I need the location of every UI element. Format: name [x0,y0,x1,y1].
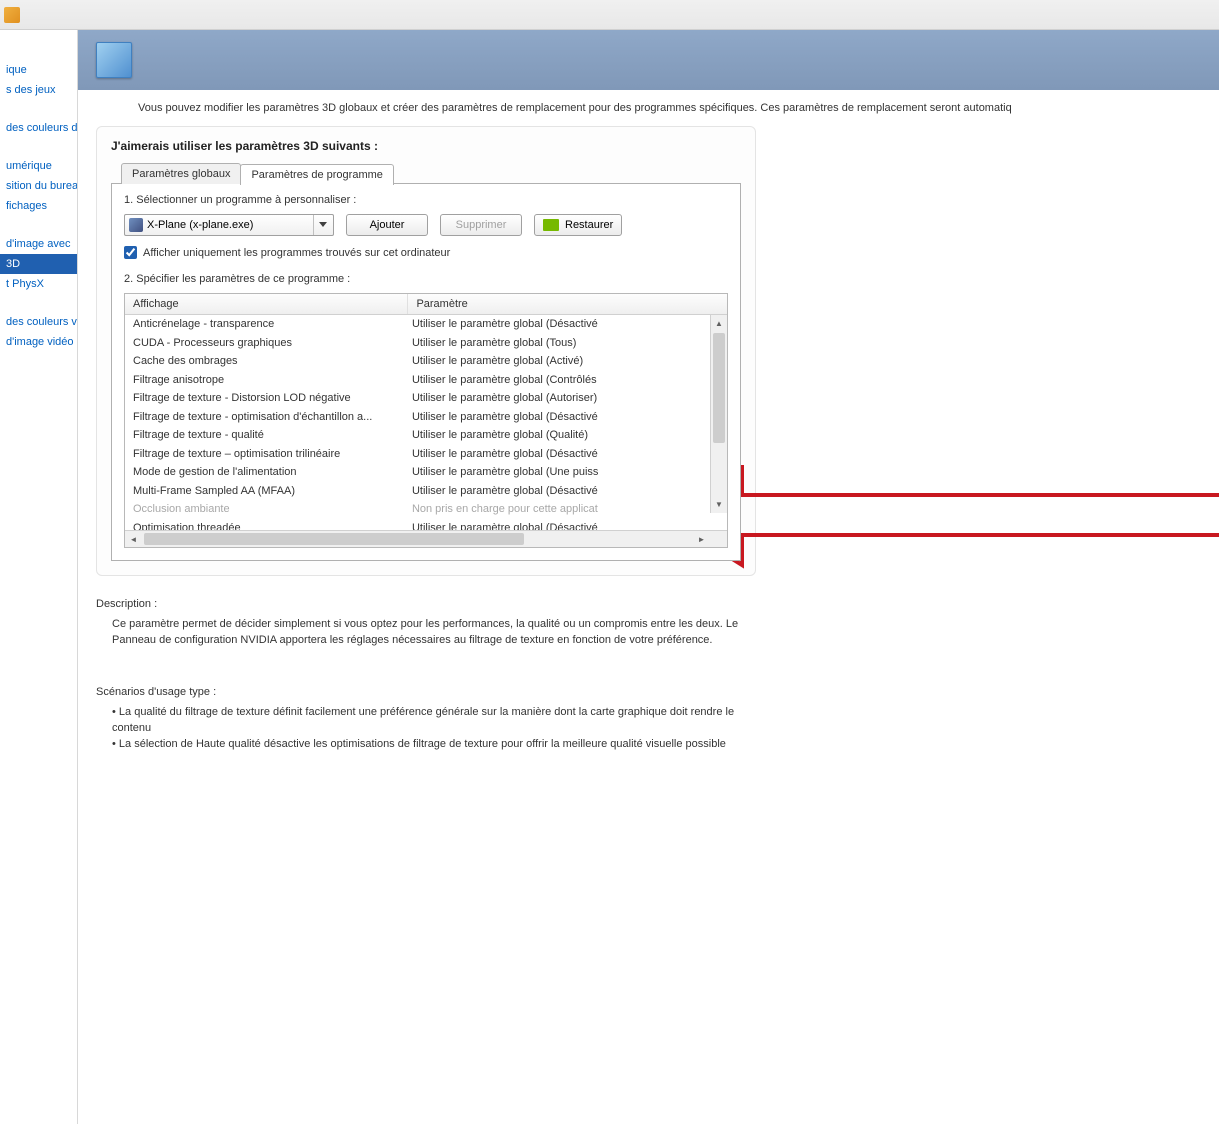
settings-panel: J'aimerais utiliser les paramètres 3D su… [96,126,756,576]
feature-cell: Optimisation threadée [125,519,408,531]
table-row[interactable]: Filtrage de texture - optimisation d'éch… [125,408,727,427]
header-banner [78,30,1219,90]
hscroll-thumb[interactable] [144,533,524,545]
scroll-left-icon[interactable]: ◄ [125,531,142,548]
table-row[interactable]: Anticrénelage - transparenceUtiliser le … [125,315,727,334]
intro-text: Vous pouvez modifier les paramètres 3D g… [78,90,1219,126]
table-row[interactable]: CUDA - Processeurs graphiquesUtiliser le… [125,334,727,353]
sidebar-item-3d[interactable]: 3D [0,254,77,274]
table-row[interactable]: Filtrage de texture - Distorsion LOD nég… [125,389,727,408]
main-container: ique s des jeux des couleurs d umérique … [0,30,1219,1124]
scroll-up-icon[interactable]: ▲ [711,315,727,332]
step1-label: 1. Sélectionner un programme à personnal… [124,194,728,206]
panel-title: J'aimerais utiliser les paramètres 3D su… [111,139,741,153]
restore-button-label: Restaurer [565,219,613,231]
param-cell: Utiliser le paramètre global (Tous) [408,334,727,353]
column-header-param[interactable]: Paramètre [408,294,727,315]
param-cell: Utiliser le paramètre global (Désactivé [408,482,727,501]
sidebar-item[interactable]: d'image vidéo [0,332,77,352]
description-body: Ce paramètre permet de décider simplemen… [96,616,756,648]
param-cell: Utiliser le paramètre global (Désactivé [408,519,727,531]
checkbox-label: Afficher uniquement les programmes trouv… [143,247,450,259]
feature-cell: Mode de gestion de l'alimentation [125,463,408,482]
sidebar-item[interactable]: ique [0,60,77,80]
tab-global[interactable]: Paramètres globaux [121,163,241,184]
sidebar-item[interactable]: des couleurs d [0,118,77,138]
sidebar-item[interactable]: sition du bureau [0,176,77,196]
program-select-value: X-Plane (x-plane.exe) [147,219,253,231]
tab-program[interactable]: Paramètres de programme [240,164,393,185]
tabs: Paramètres globaux Paramètres de program… [121,163,741,184]
horizontal-scrollbar[interactable]: ◄ ► [125,530,727,547]
program-icon [129,218,143,232]
step2-label: 2. Spécifier les paramètres de ce progra… [124,273,728,285]
table-row[interactable]: Optimisation threadéeUtiliser le paramèt… [125,519,727,531]
description-block: Description : Ce paramètre permet de déc… [96,596,756,648]
feature-cell: Filtrage de texture - optimisation d'éch… [125,408,408,427]
column-header-feature[interactable]: Affichage [125,294,408,315]
delete-button[interactable]: Supprimer [440,214,522,236]
sidebar-item[interactable]: fichages [0,196,77,216]
sidebar-item[interactable]: t PhysX [0,274,77,294]
scroll-down-icon[interactable]: ▼ [711,496,727,513]
content-area: Vous pouvez modifier les paramètres 3D g… [78,30,1219,1124]
param-cell: Utiliser le paramètre global (Activé) [408,352,727,371]
param-cell: Utiliser le paramètre global (Une puiss [408,463,727,482]
sidebar-item[interactable]: des couleurs v [0,312,77,332]
table-row[interactable]: Occlusion ambianteNon pris en charge pou… [125,500,727,519]
feature-cell: Cache des ombrages [125,352,408,371]
app-icon [4,7,20,23]
show-found-only-checkbox[interactable] [124,246,137,259]
sidebar: ique s des jeux des couleurs d umérique … [0,30,78,1124]
controls-row: X-Plane (x-plane.exe) Ajouter Supprimer … [124,214,728,236]
feature-cell: CUDA - Processeurs graphiques [125,334,408,353]
scroll-thumb[interactable] [713,333,725,443]
table-row[interactable]: Filtrage de texture – optimisation trili… [125,445,727,464]
feature-cell: Filtrage de texture - qualité [125,426,408,445]
sidebar-item[interactable]: umérique [0,156,77,176]
settings-3d-icon [96,42,132,78]
program-select[interactable]: X-Plane (x-plane.exe) [124,214,334,236]
table-row[interactable]: Filtrage anisotropeUtiliser le paramètre… [125,371,727,390]
param-cell: Utiliser le paramètre global (Désactivé [408,408,727,427]
settings-table: Affichage Paramètre Anticrénelage - tran… [124,293,728,548]
feature-cell: Anticrénelage - transparence [125,315,408,334]
table-row[interactable]: Filtrage de texture - qualitéUtiliser le… [125,426,727,445]
vertical-scrollbar[interactable]: ▲ ▼ [710,315,727,513]
sidebar-item[interactable]: d'image avec [0,234,77,254]
tab-content: 1. Sélectionner un programme à personnal… [111,183,741,561]
param-cell: Utiliser le paramètre global (Désactivé [408,315,727,334]
table-row[interactable]: Multi-Frame Sampled AA (MFAA)Utiliser le… [125,482,727,501]
feature-cell: Filtrage de texture – optimisation trili… [125,445,408,464]
param-cell: Non pris en charge pour cette applicat [408,500,727,519]
feature-cell: Multi-Frame Sampled AA (MFAA) [125,482,408,501]
feature-cell: Filtrage anisotrope [125,371,408,390]
nvidia-icon [543,219,559,231]
scenarios-title: Scénarios d'usage type : [96,684,756,700]
table-row[interactable]: Mode de gestion de l'alimentationUtilise… [125,463,727,482]
scenarios-block: Scénarios d'usage type : • La qualité du… [96,684,756,752]
param-cell: Utiliser le paramètre global (Autoriser) [408,389,727,408]
chevron-down-icon [313,215,331,235]
table-body[interactable]: Anticrénelage - transparenceUtiliser le … [125,315,727,530]
description-title: Description : [96,596,756,612]
scenario-item: • La sélection de Haute qualité désactiv… [96,736,756,752]
feature-cell: Filtrage de texture - Distorsion LOD nég… [125,389,408,408]
scenario-item: • La qualité du filtrage de texture défi… [96,704,756,736]
scroll-right-icon[interactable]: ► [693,531,710,548]
add-button[interactable]: Ajouter [346,214,428,236]
titlebar [0,0,1219,30]
param-cell: Utiliser le paramètre global (Désactivé [408,445,727,464]
checkbox-row: Afficher uniquement les programmes trouv… [124,246,728,259]
param-cell: Utiliser le paramètre global (Qualité) [408,426,727,445]
table-row[interactable]: Cache des ombragesUtiliser le paramètre … [125,352,727,371]
sidebar-item[interactable]: s des jeux [0,80,77,100]
param-cell: Utiliser le paramètre global (Contrôlés [408,371,727,390]
restore-button[interactable]: Restaurer [534,214,622,236]
feature-cell: Occlusion ambiante [125,500,408,519]
